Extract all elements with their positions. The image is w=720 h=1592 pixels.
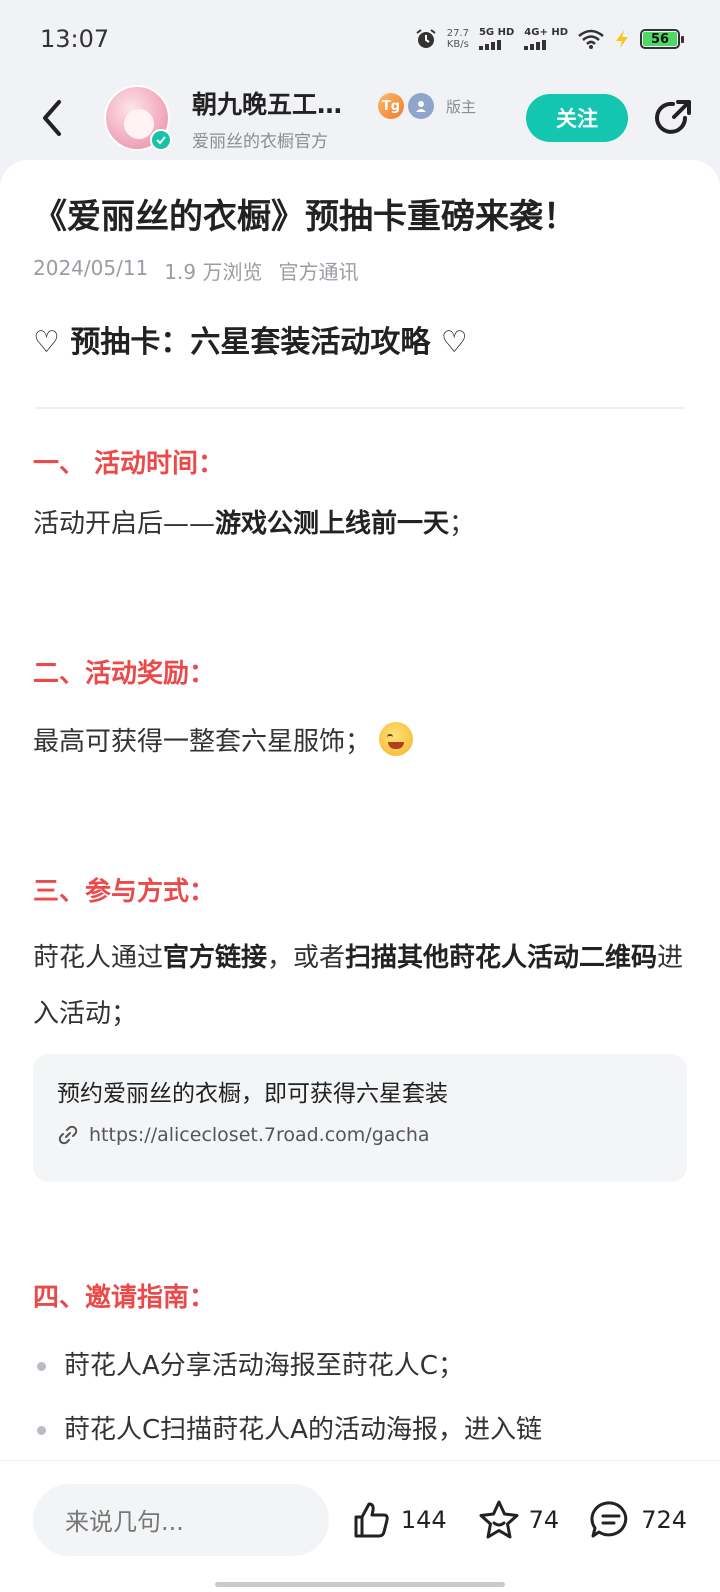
verified-icon <box>150 129 172 151</box>
post-actions: 144 74 724 <box>351 1499 687 1541</box>
section-text: 莳花人通过官方链接，或者扫描其他莳花人活动二维码进入活动； <box>33 943 684 1029</box>
author-badges: Tg 版主 <box>378 93 476 119</box>
section-heading: 二、活动奖励： <box>33 659 216 689</box>
author-avatar[interactable] <box>104 85 172 151</box>
link-card[interactable]: 预约爱丽丝的衣橱，即可获得六星套装 https://alicecloset.7r… <box>33 1054 687 1182</box>
status-bar: 13:07 27.7 KB/s 5G HD 4G+ HD 56 <box>0 0 720 78</box>
section-text: 最高可获得一整套六星服饰； <box>33 714 687 770</box>
section-heading: 三、参与方式： <box>33 877 216 907</box>
post-views: 1.9 万浏览 <box>164 260 263 284</box>
author-subtitle: 爱丽丝的衣橱官方 <box>192 131 328 152</box>
share-icon <box>655 100 691 134</box>
favorite-button[interactable]: 74 <box>477 1499 560 1541</box>
post-meta: 2024/05/11 1.9 万浏览 官方通讯 <box>33 256 687 285</box>
comment-button[interactable]: 724 <box>589 1499 687 1541</box>
invite-guide-list: 莳花人A分享活动海报至莳花人C； 莳花人C扫描莳花人A的活动海报，进入链 <box>0 1334 687 1460</box>
section-heading: 四、邀请指南： <box>33 1283 216 1313</box>
post-header: 朝九晚五工… 爱丽丝的衣橱官方 Tg 版主 关注 <box>0 78 720 158</box>
back-button[interactable] <box>30 96 74 140</box>
link-card-url[interactable]: https://alicecloset.7road.com/gacha <box>57 1124 663 1146</box>
status-icons: 27.7 KB/s 5G HD 4G+ HD 56 <box>415 28 684 50</box>
follow-button[interactable]: 关注 <box>526 94 628 142</box>
signal-bars-icon <box>524 40 568 50</box>
alarm-icon <box>416 29 436 48</box>
post-subtitle: ♡ 预抽卡：六星套装活动攻略 ♡ <box>33 325 468 360</box>
thumbs-up-icon <box>354 1502 389 1537</box>
star-icon <box>479 1500 519 1538</box>
signal-sim1: 5G HD <box>478 28 514 50</box>
like-count: 144 <box>400 1505 447 1534</box>
chevron-left-icon <box>43 100 61 136</box>
signal-sim2: 4G+ HD <box>524 28 568 50</box>
share-button[interactable] <box>650 95 696 141</box>
bottom-action-bar: 来说几句... 144 74 724 <box>0 1460 720 1592</box>
list-item: 莳花人C扫描莳花人A的活动海报，进入链 <box>0 1398 687 1460</box>
comment-icon <box>590 1500 628 1537</box>
battery-level: 56 <box>643 32 677 47</box>
user-upgrade-icon <box>408 93 434 119</box>
status-time: 13:07 <box>40 25 110 53</box>
comment-input[interactable]: 来说几句... <box>33 1483 329 1556</box>
link-card-title: 预约爱丽丝的衣橱，即可获得六星套装 <box>57 1081 448 1107</box>
section-text: 活动开启后——游戏公测上线前一天； <box>33 509 476 539</box>
post-date: 2024/05/11 <box>33 256 149 280</box>
like-button[interactable]: 144 <box>351 1499 447 1541</box>
link-icon <box>58 1125 78 1145</box>
favorite-count: 74 <box>528 1505 560 1534</box>
divider <box>35 407 685 409</box>
net-speed: 27.7 KB/s <box>446 28 469 50</box>
section-heading: 一、 活动时间： <box>33 449 225 479</box>
role-badge: 版主 <box>446 97 477 116</box>
wifi-icon <box>578 29 604 49</box>
post-category[interactable]: 官方通讯 <box>278 256 358 285</box>
list-item: 莳花人A分享活动海报至莳花人C； <box>0 1334 687 1398</box>
heart-smile-emoji-icon <box>379 722 414 756</box>
charging-icon <box>616 30 628 48</box>
battery-icon: 56 <box>640 29 684 49</box>
signal-bars-icon <box>478 40 514 50</box>
author-name[interactable]: 朝九晚五工… <box>192 85 372 121</box>
post-title: 《爱丽丝的衣橱》预抽卡重磅来袭！ <box>33 197 577 237</box>
level-badge-icon: Tg <box>378 93 404 119</box>
post-content: 《爱丽丝的衣橱》预抽卡重磅来袭！ 2024/05/11 1.9 万浏览 官方通讯… <box>0 160 720 1460</box>
comment-count: 724 <box>641 1505 687 1534</box>
author-info[interactable]: 朝九晚五工… 爱丽丝的衣橱官方 <box>192 85 372 152</box>
home-indicator[interactable] <box>215 1582 505 1587</box>
